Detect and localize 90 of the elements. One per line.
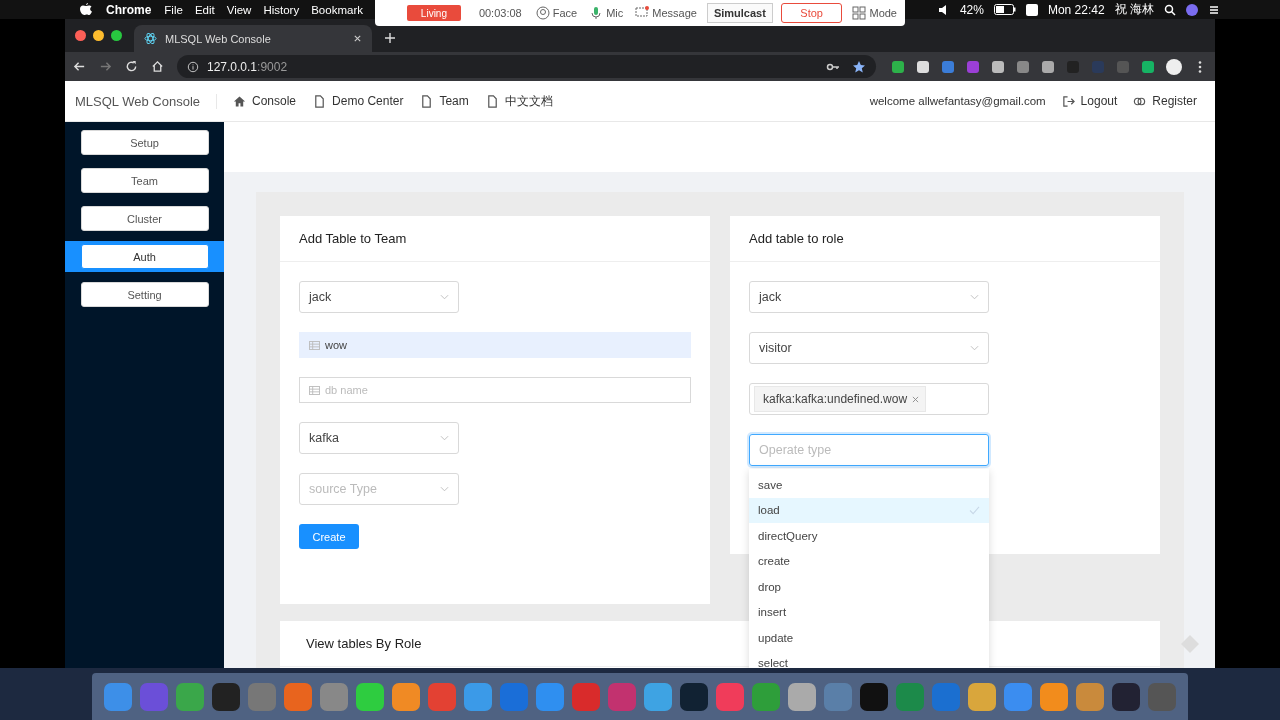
dropdown-option[interactable]: update — [749, 625, 989, 651]
dropdown-option[interactable]: directQuery — [749, 523, 989, 549]
nav-link[interactable]: Team — [420, 92, 469, 110]
browser-tab[interactable]: MLSQL Web Console — [134, 25, 372, 52]
mode-button[interactable]: Mode — [850, 6, 899, 20]
dropdown-option[interactable]: load — [749, 497, 989, 523]
document-icon — [485, 94, 499, 108]
tags-field[interactable]: kafka:kafka:undefined.wow — [749, 383, 989, 415]
new-tab-icon[interactable] — [384, 32, 396, 44]
chevron-icon — [970, 345, 979, 351]
select-field[interactable]: jack — [299, 281, 459, 313]
check-icon — [969, 505, 980, 515]
message-icon — [635, 6, 650, 20]
menu-item[interactable]: Edit — [194, 3, 215, 16]
sidebar-button[interactable]: Auth — [80, 244, 209, 269]
address-field[interactable]: 127.0.0.1:9002 — [177, 55, 876, 78]
extension-icon[interactable] — [916, 59, 930, 74]
document-icon — [420, 94, 434, 108]
menu-icon[interactable] — [1208, 3, 1220, 16]
atom-icon — [144, 32, 157, 45]
face-icon — [535, 6, 550, 20]
select-field[interactable]: kafka — [299, 422, 459, 454]
dropdown-option[interactable]: select — [749, 650, 989, 668]
dropdown-option[interactable]: create — [749, 548, 989, 574]
dropdown-option[interactable]: save — [749, 472, 989, 498]
close-icon[interactable] — [353, 34, 362, 43]
extension-icon[interactable] — [891, 59, 905, 74]
extension-icon[interactable] — [1041, 59, 1055, 74]
menu-item[interactable]: File — [164, 3, 183, 16]
sidebar-button[interactable]: Cluster — [80, 206, 209, 231]
dropdown-option[interactable]: insert — [749, 599, 989, 625]
tab-title: MLSQL Web Console — [165, 32, 272, 45]
extension-icon[interactable] — [1141, 59, 1155, 74]
table-icon — [309, 385, 320, 395]
elapsed-time: 00:03:08 — [478, 7, 522, 19]
maximize-window-icon[interactable] — [111, 30, 122, 41]
chevron-icon — [440, 486, 449, 492]
app-icon[interactable] — [1025, 3, 1038, 16]
document-icon — [313, 94, 327, 108]
stop-button[interactable]: Stop — [780, 3, 843, 23]
reload-icon[interactable] — [125, 60, 138, 73]
select-field[interactable]: jack — [749, 281, 989, 313]
battery-percent: 42% — [959, 2, 984, 17]
chevron-icon — [440, 294, 449, 300]
sidebar-button[interactable]: Team — [80, 168, 209, 193]
star-icon[interactable] — [852, 59, 866, 74]
menu-item[interactable]: Bookmark — [311, 3, 363, 16]
chevron-icon — [440, 435, 449, 441]
menu-item[interactable]: History — [263, 3, 300, 16]
search-icon[interactable] — [1164, 3, 1176, 16]
microphone-icon — [589, 6, 604, 20]
menu-app-name[interactable]: Chrome — [106, 2, 152, 17]
nav-link[interactable]: Demo Center — [313, 92, 404, 110]
clock[interactable]: Mon 22:42 — [1047, 2, 1105, 17]
card-title: Add table to role — [730, 216, 1160, 262]
register-link[interactable]: Register — [1133, 94, 1197, 108]
sidebar-button[interactable]: Setting — [80, 282, 209, 307]
chevron-icon — [970, 294, 979, 300]
forward-icon[interactable] — [99, 60, 112, 73]
mic-button[interactable]: Mic — [587, 6, 626, 20]
battery-icon[interactable] — [993, 4, 1016, 15]
simulcast-button[interactable]: Simulcast — [706, 3, 773, 23]
back-icon[interactable] — [73, 60, 86, 73]
logout-link[interactable]: Logout — [1061, 94, 1118, 108]
table-icon — [309, 340, 320, 350]
select-field[interactable]: visitor — [749, 332, 989, 364]
grid-icon — [852, 6, 867, 20]
user-name[interactable]: 祝 海林 — [1114, 1, 1154, 18]
living-button[interactable]: Living — [407, 5, 461, 21]
home-icon — [233, 94, 246, 108]
site-title[interactable]: MLSQL Web Console — [75, 93, 217, 109]
input-field[interactable]: wow — [299, 332, 691, 358]
nav-link[interactable]: Console — [233, 92, 297, 110]
welcome-text: welcome allwefantasy@gmail.com — [869, 95, 1046, 107]
avatar-icon[interactable] — [1166, 58, 1182, 75]
face-button[interactable]: Face — [533, 6, 580, 20]
dropdown-option[interactable]: drop — [749, 574, 989, 600]
home-icon[interactable] — [151, 60, 164, 73]
tag: kafka:kafka:undefined.wow — [754, 386, 927, 412]
apple-icon[interactable] — [80, 2, 92, 17]
info-icon[interactable] — [187, 60, 199, 73]
logout-icon — [1061, 94, 1075, 108]
card-title: Add Table to Team — [280, 216, 710, 262]
close-window-icon[interactable] — [75, 30, 86, 41]
message-button[interactable]: Message — [633, 6, 699, 20]
menu-item[interactable]: View — [226, 3, 252, 16]
extension-icon[interactable] — [991, 59, 1005, 74]
sidebar-button[interactable]: Setup — [80, 130, 209, 155]
minimize-window-icon[interactable] — [93, 30, 104, 41]
nav-link[interactable]: 中文文档 — [485, 92, 553, 110]
